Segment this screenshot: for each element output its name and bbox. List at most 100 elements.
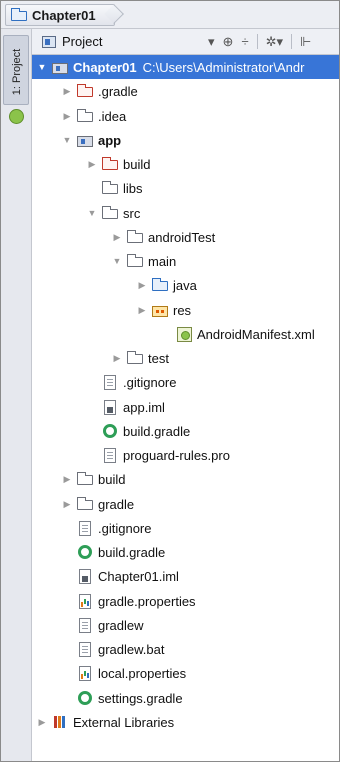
folder-icon	[127, 351, 143, 364]
view-dropdown-icon[interactable]: ▾	[208, 34, 215, 50]
project-tool-tab-label: 1: Project	[11, 48, 23, 96]
tree-node-label: build	[123, 156, 151, 172]
tree-node[interactable]: build.gradle	[32, 540, 339, 564]
collapsed-arrow-icon[interactable]: ▶	[111, 232, 123, 243]
folder-icon	[127, 254, 143, 267]
collapsed-arrow-icon[interactable]: ▶	[136, 305, 148, 316]
project-view-selector[interactable]: Project	[62, 34, 102, 49]
tree-node[interactable]: ▶ test	[32, 346, 339, 370]
tree-node[interactable]: ▶ androidTest	[32, 225, 339, 249]
resource-folder-icon	[152, 305, 168, 317]
tree-node-label: res	[173, 302, 192, 318]
collapse-all-icon[interactable]: ÷	[241, 34, 248, 49]
tree-node[interactable]: app.iml	[32, 395, 339, 419]
collapsed-arrow-icon[interactable]: ▶	[61, 499, 73, 510]
text-file-icon	[79, 641, 91, 657]
tree-node-label: Chapter01.iml	[98, 568, 179, 584]
tree-node[interactable]: settings.gradle	[32, 686, 339, 710]
tree-node[interactable]: ▶ build	[32, 467, 339, 491]
collapsed-arrow-icon[interactable]: ▶	[111, 353, 123, 364]
text-file-icon	[79, 617, 91, 633]
tree-node-label: test	[148, 350, 169, 366]
tree-node[interactable]: ▼ app	[32, 128, 339, 152]
tree-node-label: proguard-rules.pro	[123, 447, 230, 463]
tree-node[interactable]: Chapter01.iml	[32, 564, 339, 588]
settings-gear-icon[interactable]: ✲▾	[266, 34, 283, 50]
ide-window: Chapter01 1: Project Project ▾ ⊕ ÷ ✲▾ ⊩ …	[0, 0, 340, 762]
tree-node[interactable]: .gitignore	[32, 370, 339, 394]
properties-file-icon	[79, 665, 91, 681]
collapsed-arrow-icon[interactable]: ▶	[36, 717, 48, 728]
tree-node-label: src	[123, 205, 141, 221]
collapsed-arrow-icon[interactable]: ▶	[61, 86, 73, 97]
tree-node-label: app.iml	[123, 399, 165, 415]
tree-node[interactable]: ▼ src	[32, 201, 339, 225]
tree-node[interactable]: proguard-rules.pro	[32, 443, 339, 467]
android-icon[interactable]	[9, 109, 24, 124]
tool-window-strip: 1: Project	[1, 29, 32, 761]
folder-icon	[102, 181, 118, 194]
expanded-arrow-icon[interactable]: ▼	[36, 62, 48, 72]
tree-node-label: .gitignore	[123, 374, 177, 390]
tree-node[interactable]: gradlew.bat	[32, 637, 339, 661]
text-file-icon	[104, 447, 116, 463]
expanded-arrow-icon[interactable]: ▼	[61, 135, 73, 145]
collapsed-arrow-icon[interactable]: ▶	[86, 159, 98, 170]
tree-node[interactable]: ▶ res	[32, 298, 339, 322]
folder-icon	[77, 109, 93, 122]
tree-node-label: gradle.properties	[98, 593, 196, 609]
properties-file-icon	[79, 593, 91, 609]
tree-node[interactable]: ▶ java	[32, 273, 339, 297]
tree-node[interactable]: ▶ gradle	[32, 492, 339, 516]
expanded-arrow-icon[interactable]: ▼	[111, 256, 123, 266]
source-folder-icon	[152, 278, 168, 291]
collapsed-arrow-icon[interactable]: ▶	[61, 111, 73, 122]
module-icon	[52, 62, 68, 74]
tree-node-label: main	[148, 253, 177, 269]
breadcrumb-project[interactable]: Chapter01	[5, 4, 115, 26]
tree-node[interactable]: gradle.properties	[32, 589, 339, 613]
tree-node[interactable]: build.gradle	[32, 419, 339, 443]
tree-node-label: build.gradle	[123, 423, 191, 439]
tree-node-label: androidTest	[148, 229, 216, 245]
folder-icon	[77, 497, 93, 510]
tree-node[interactable]: local.properties	[32, 661, 339, 685]
project-folder-icon	[11, 8, 27, 21]
collapsed-arrow-icon[interactable]: ▶	[61, 474, 73, 485]
tree-node[interactable]: gradlew	[32, 613, 339, 637]
tree-node-label: app	[98, 132, 122, 148]
tree-node-label: gradlew.bat	[98, 641, 165, 657]
tree-node[interactable]: ▶ .idea	[32, 104, 339, 128]
project-path: C:\Users\Administrator\Andr	[142, 59, 305, 75]
excluded-folder-icon	[102, 157, 118, 170]
text-file-icon	[79, 520, 91, 536]
module-icon	[77, 135, 93, 147]
tree-node[interactable]: ▶ build	[32, 152, 339, 176]
scroll-from-source-icon[interactable]: ⊕	[223, 34, 234, 50]
text-file-icon	[104, 374, 116, 390]
tree-node[interactable]: AndroidManifest.xml	[32, 322, 339, 346]
tree-node[interactable]: ▶ External Libraries	[32, 710, 339, 734]
tree-node[interactable]: ▼ main	[32, 249, 339, 273]
project-tool-tab[interactable]: 1: Project	[3, 35, 29, 105]
collapsed-arrow-icon[interactable]: ▶	[136, 280, 148, 291]
toolbar-divider	[291, 34, 292, 49]
iml-file-icon	[104, 399, 116, 415]
tree-node-label: .idea	[98, 108, 127, 124]
expanded-arrow-icon[interactable]: ▼	[86, 208, 98, 218]
tree-node[interactable]: ▶ .gradle	[32, 79, 339, 103]
tree-node[interactable]: ▼ Chapter01 C:\Users\Administrator\Andr	[32, 55, 339, 79]
tree-node-label: .gradle	[98, 83, 138, 99]
tree-node[interactable]: .gitignore	[32, 516, 339, 540]
tree-node-label: AndroidManifest.xml	[197, 326, 315, 342]
folder-icon	[102, 206, 118, 219]
tree-node-label: gradlew	[98, 617, 144, 633]
breadcrumb-label: Chapter01	[32, 7, 96, 23]
project-panel-header: Project ▾ ⊕ ÷ ✲▾ ⊩	[32, 29, 339, 55]
navigation-bar: Chapter01	[1, 1, 339, 29]
gradle-icon	[78, 691, 92, 705]
iml-file-icon	[79, 568, 91, 584]
tree-node-label: java	[173, 277, 197, 293]
tree-node[interactable]: libs	[32, 176, 339, 200]
hide-panel-icon[interactable]: ⊩	[300, 34, 311, 50]
